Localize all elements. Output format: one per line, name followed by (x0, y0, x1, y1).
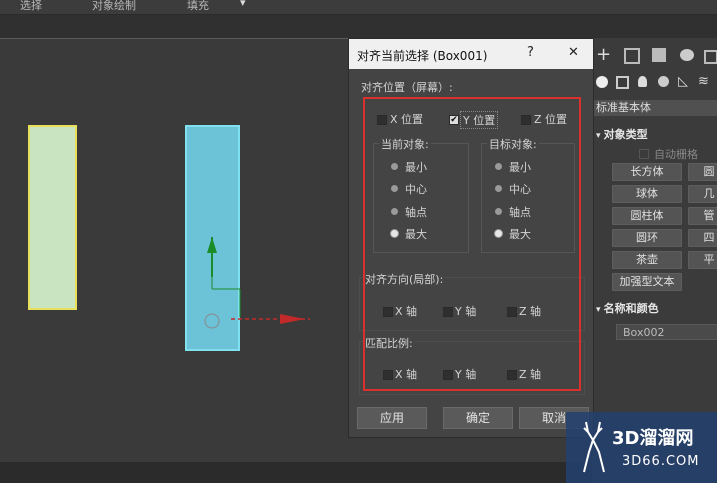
name-field[interactable]: Box002 (616, 324, 717, 340)
plane-button[interactable]: 平 (688, 251, 717, 269)
create-icon[interactable]: + (596, 46, 612, 64)
deer-logo-icon (583, 421, 605, 473)
motion-icon[interactable] (680, 49, 694, 61)
sphere-button[interactable]: 球体 (612, 185, 682, 203)
box-button[interactable]: 长方体 (612, 163, 682, 181)
geosphere-button[interactable]: 几 (688, 185, 717, 203)
watermark: 3D溜溜网 3D66.COM (566, 412, 717, 483)
dropdown-icon[interactable]: ▾ (240, 0, 246, 9)
dialog-titlebar[interactable]: 对齐当前选择 (Box001) ? ✕ (349, 39, 593, 69)
teapot-button[interactable]: 茶壶 (612, 251, 682, 269)
geometry-icon[interactable] (596, 76, 608, 88)
menu-item-fill[interactable]: 填充 (187, 0, 209, 13)
timeline-bar (0, 462, 592, 483)
align-position-label: 对齐位置（屏幕）: (361, 81, 453, 94)
torus-button[interactable]: 圆环 (612, 229, 682, 247)
autogrid-label: 自动栅格 (654, 148, 698, 161)
watermark-brand: 3D溜溜网 (612, 428, 694, 449)
pyramid-button[interactable]: 四 (688, 229, 717, 247)
modify-icon[interactable] (624, 48, 640, 64)
highlight-box (363, 97, 581, 391)
name-color-header[interactable]: ▾ 名称和颜色 (596, 300, 659, 316)
category-dropdown[interactable]: 标准基本体 (592, 100, 717, 116)
cylinder-button[interactable]: 圆柱体 (612, 207, 682, 225)
menu-bar: 选择 对象绘制 填充 ▾ (0, 0, 717, 15)
helpers-icon[interactable]: ◺ (678, 75, 694, 92)
apply-button[interactable]: 应用 (357, 407, 427, 429)
watermark-url: 3D66.COM (622, 454, 700, 469)
shapes-icon[interactable] (616, 76, 629, 89)
dialog-title: 对齐当前选择 (Box001) (357, 49, 488, 63)
autogrid-checkbox[interactable] (639, 149, 649, 159)
collapse-icon-2: ▾ (596, 305, 604, 315)
text-plus-button[interactable]: 加强型文本 (612, 273, 682, 291)
x-axis-arrow (280, 314, 305, 324)
y-axis-arrow (207, 237, 217, 253)
box-left[interactable] (28, 125, 77, 310)
cone-button[interactable]: 圆 (688, 163, 717, 181)
object-type-label: 对象类型 (603, 128, 648, 141)
object-type-header[interactable]: ▾ 对象类型 (596, 126, 648, 142)
menu-item-select[interactable]: 选择 (20, 0, 42, 13)
spacewarps-icon[interactable]: ≋ (698, 75, 714, 92)
cameras-icon[interactable] (658, 76, 669, 87)
display-icon[interactable] (704, 50, 717, 64)
hierarchy-icon[interactable] (652, 48, 666, 62)
close-button[interactable]: ✕ (568, 45, 579, 60)
help-button[interactable]: ? (527, 45, 534, 60)
collapse-icon: ▾ (596, 131, 604, 141)
pivot-circle (204, 313, 220, 329)
menu-item-object-paint[interactable]: 对象绘制 (92, 0, 136, 13)
lights-icon[interactable] (638, 76, 647, 87)
transform-gizmo[interactable] (195, 217, 325, 337)
ok-button[interactable]: 确定 (443, 407, 513, 429)
tube-button[interactable]: 管 (688, 207, 717, 225)
name-color-label: 名称和颜色 (603, 302, 659, 315)
